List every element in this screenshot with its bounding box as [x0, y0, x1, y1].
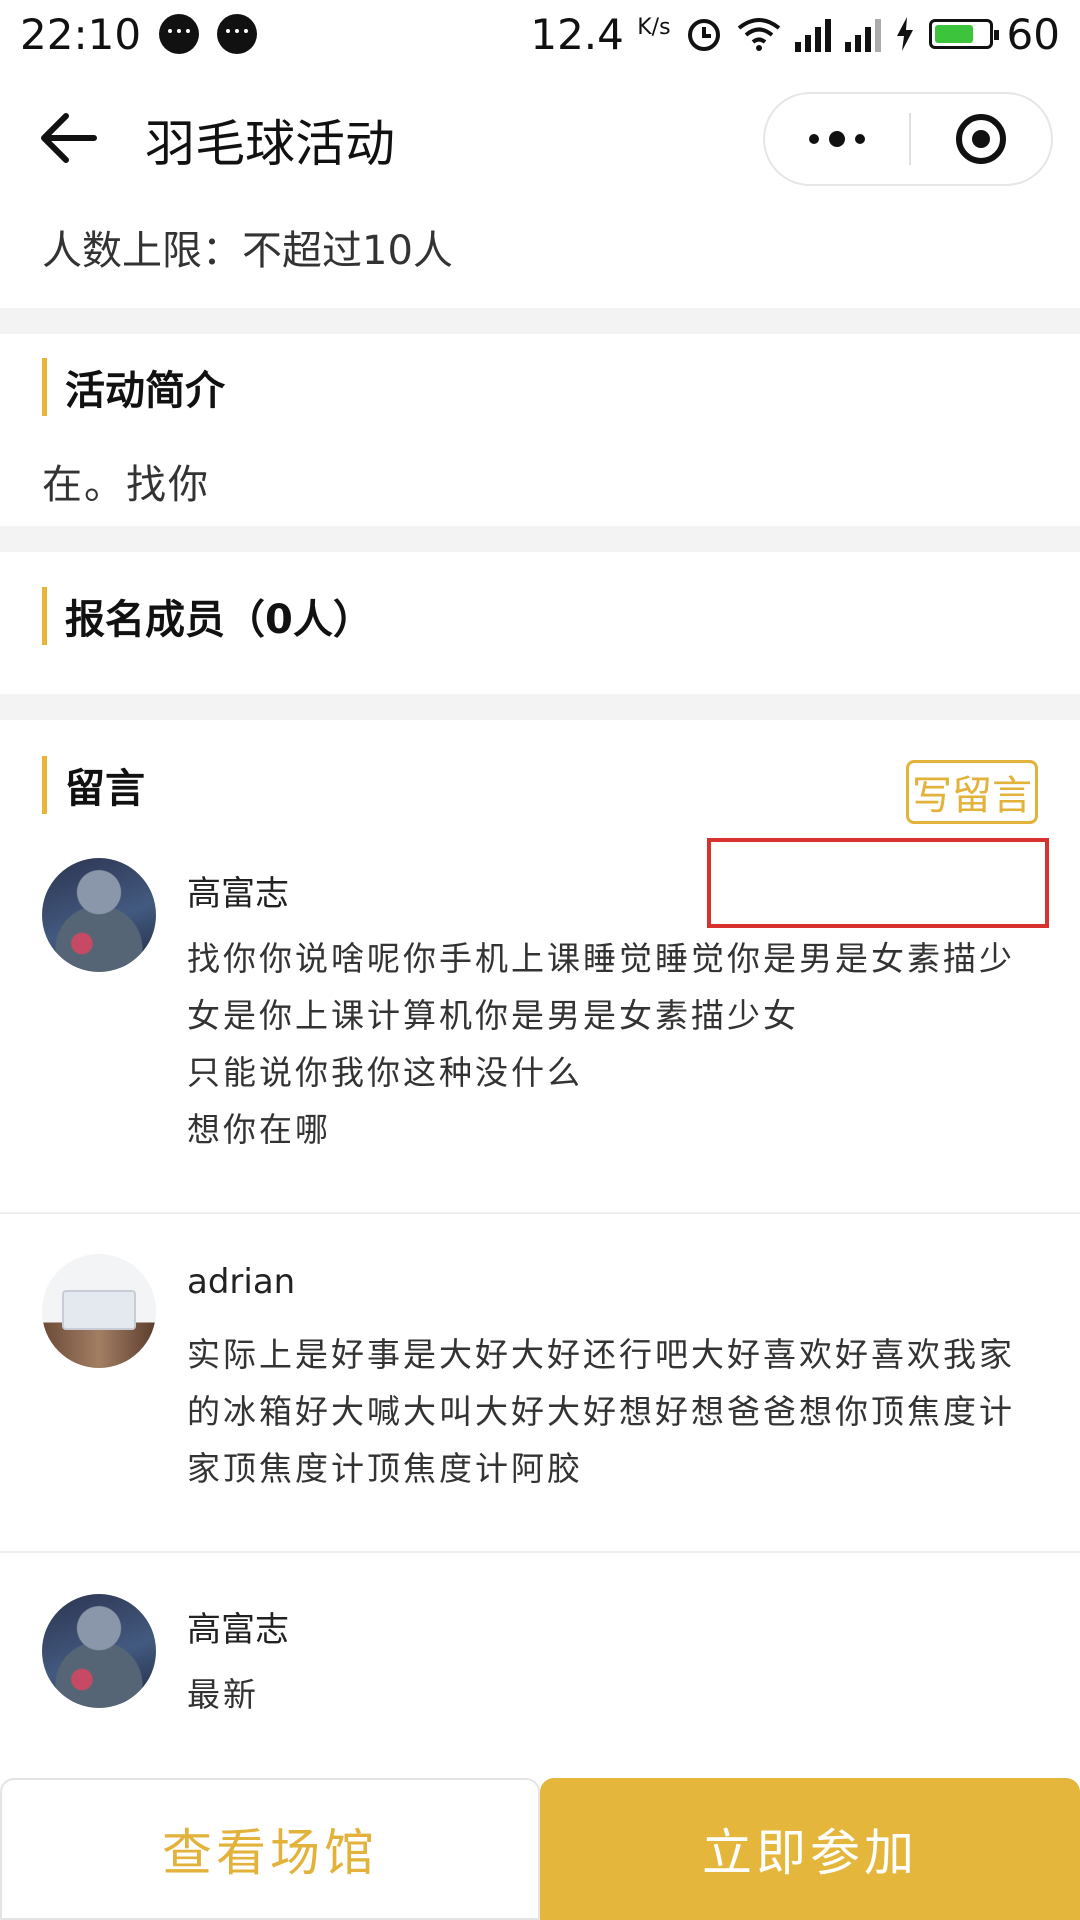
dot-icon [829, 131, 845, 147]
comments-section-title: 留言 [42, 756, 145, 814]
dot-icon [809, 134, 819, 144]
battery-icon [928, 19, 999, 49]
page-title: 羽毛球活动 [145, 115, 395, 173]
comment-author: 高富志 [187, 1610, 289, 1650]
battery-level: 60 [1006, 9, 1060, 59]
close-miniprogram-button[interactable] [911, 94, 1051, 184]
more-options-button[interactable] [765, 94, 909, 184]
intro-title-text: 活动简介 [65, 368, 225, 414]
view-venue-button[interactable]: 查看场馆 [0, 1778, 540, 1920]
miniprogram-capsule [763, 92, 1053, 186]
section-gap [0, 308, 1080, 334]
section-gap [0, 526, 1080, 552]
intro-text: 在。找你 [42, 462, 210, 508]
people-limit: 人数上限：不超过10人 [42, 228, 453, 274]
status-time: 22:10 [20, 9, 142, 59]
signal-4g-icon [844, 16, 881, 52]
dot-icon [855, 134, 865, 144]
back-arrow-icon[interactable] [38, 110, 98, 166]
comment-text: 找你你说啥呢你手机上课睡觉睡觉你是男是女素描少女是你上课计算机你是男是女素描少女… [187, 939, 1015, 1149]
target-icon [956, 114, 1006, 164]
comment-divider [0, 1551, 1080, 1553]
message-notification-icon [217, 14, 258, 54]
members-title-text: 报名成员（0人） [65, 597, 373, 643]
bottom-action-bar: 查看场馆 立即参加 [0, 1778, 1080, 1920]
comment-divider [0, 1212, 1080, 1214]
comment-text: 最新 [187, 1675, 259, 1714]
network-speed-unit: K/s [637, 14, 671, 40]
nav-bar: 羽毛球活动 [0, 68, 1080, 208]
title-accent-bar [42, 756, 47, 814]
status-bar: 22:10 12.4 K/s 60 [0, 0, 1080, 68]
alarm-icon [687, 19, 720, 51]
status-left: 22:10 [20, 9, 258, 59]
title-accent-bar [42, 587, 47, 645]
network-speed: 12.4 K/s [530, 9, 671, 59]
chat-notification-icon [159, 14, 200, 54]
comment-text: 实际上是好事是大好大好还行吧大好喜欢好喜欢我家的冰箱好大喊大叫大好大好想好想爸爸… [187, 1335, 1015, 1488]
join-now-button[interactable]: 立即参加 [540, 1778, 1080, 1920]
intro-section-title: 活动简介 [42, 358, 225, 416]
wifi-icon [737, 18, 780, 51]
signal-3g-icon [794, 16, 831, 52]
highlight-box [707, 838, 1049, 928]
title-accent-bar [42, 358, 47, 416]
avatar[interactable] [42, 1254, 156, 1368]
status-right: 12.4 K/s 60 [530, 10, 1060, 59]
members-section-title: 报名成员（0人） [42, 587, 373, 645]
comment-author: adrian [187, 1262, 296, 1302]
avatar[interactable] [42, 1594, 156, 1708]
write-comment-button[interactable]: 写留言 [906, 760, 1038, 824]
comment-author: 高富志 [187, 874, 289, 914]
avatar[interactable] [42, 858, 156, 972]
section-gap [0, 694, 1080, 720]
charging-icon [896, 17, 913, 51]
comments-title-text: 留言 [65, 766, 145, 812]
